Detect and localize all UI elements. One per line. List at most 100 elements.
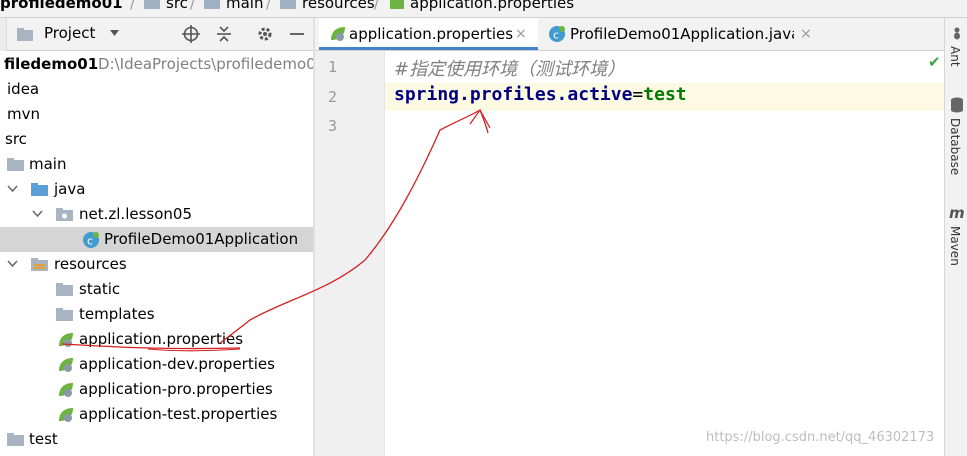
spring-boot-class-icon: c bbox=[549, 26, 565, 42]
chevron-down-icon[interactable] bbox=[7, 185, 18, 193]
breadcrumb-separator: / bbox=[130, 0, 136, 12]
source-folder-icon bbox=[31, 183, 48, 196]
tree-item-app-class[interactable]: c ProfileDemo01Application bbox=[0, 227, 313, 252]
breadcrumb-project[interactable]: profiledemo01 bbox=[0, 0, 123, 12]
tree-item-label: application-pro.properties bbox=[79, 380, 273, 398]
tree-item-src[interactable]: src bbox=[0, 127, 313, 152]
folder-icon bbox=[56, 283, 73, 296]
tree-item-application-properties[interactable]: application.properties bbox=[0, 327, 313, 352]
folder-icon bbox=[56, 308, 73, 321]
tree-item-label: test bbox=[29, 430, 58, 448]
tree-item-label: application-test.properties bbox=[79, 405, 278, 423]
tree-item-application-test-properties[interactable]: application-test.properties bbox=[0, 402, 313, 427]
tree-item-application-dev-properties[interactable]: application-dev.properties bbox=[0, 352, 313, 377]
breadcrumb-main[interactable]: main bbox=[204, 0, 263, 12]
tree-root-path: D:\IdeaProjects\profiledemo0 bbox=[98, 55, 313, 73]
line-number: 3 bbox=[327, 117, 337, 135]
project-folder-icon bbox=[17, 28, 33, 41]
project-panel-header: Project bbox=[7, 18, 313, 51]
database-icon bbox=[951, 97, 963, 113]
project-panel-title[interactable]: Project bbox=[44, 24, 95, 42]
spring-properties-icon bbox=[59, 358, 73, 372]
tree-item-static[interactable]: static bbox=[0, 277, 313, 302]
tree-item-label: mvn bbox=[7, 105, 40, 123]
editor-tab-bar: application.properties × c ProfileDemo01… bbox=[315, 18, 944, 51]
folder-icon bbox=[7, 433, 24, 446]
tree-item-label: application.properties bbox=[79, 330, 244, 348]
breadcrumb-src[interactable]: src bbox=[144, 0, 188, 12]
breadcrumb-separator: / bbox=[266, 0, 272, 12]
tab-label: ProfileDemo01Application.java bbox=[570, 25, 794, 43]
tree-item-label: templates bbox=[79, 305, 155, 323]
resources-folder-icon bbox=[31, 258, 48, 271]
spring-properties-icon bbox=[331, 27, 345, 41]
property-equals: = bbox=[632, 84, 644, 105]
inspection-ok-icon[interactable]: ✔ bbox=[928, 53, 941, 71]
line-number: 1 bbox=[327, 58, 337, 76]
ant-tool-button[interactable]: Ant bbox=[948, 46, 962, 67]
spring-properties-icon bbox=[59, 408, 73, 422]
spring-boot-class-icon: c bbox=[83, 232, 99, 248]
code-line-2[interactable]: spring.profiles.active=test bbox=[394, 84, 687, 105]
breadcrumb-file[interactable]: application.properties bbox=[390, 0, 574, 12]
tree-item-resources[interactable]: resources bbox=[0, 252, 313, 277]
line-number-gutter: 1 2 3 bbox=[315, 51, 385, 456]
property-key: spring.profiles.active bbox=[394, 84, 633, 105]
chevron-down-icon[interactable] bbox=[7, 260, 18, 268]
ant-icon bbox=[954, 27, 960, 40]
tree-item-java[interactable]: java bbox=[0, 177, 313, 202]
gear-icon[interactable] bbox=[256, 25, 274, 43]
chevron-down-icon[interactable] bbox=[110, 30, 119, 36]
tree-item-main[interactable]: main bbox=[0, 152, 313, 177]
breadcrumb-separator: / bbox=[190, 0, 196, 12]
tree-item-label: static bbox=[79, 280, 121, 298]
tree-item-label: src bbox=[5, 130, 27, 148]
tree-item-label: idea bbox=[7, 80, 40, 98]
breadcrumb-separator: / bbox=[374, 0, 380, 12]
close-icon[interactable]: × bbox=[515, 18, 527, 50]
collapse-all-icon[interactable] bbox=[215, 25, 233, 43]
tree-item-label: java bbox=[54, 180, 86, 198]
tree-item-test[interactable]: test bbox=[0, 427, 313, 452]
spring-properties-icon bbox=[59, 383, 73, 397]
tree-item-label: application-dev.properties bbox=[79, 355, 275, 373]
spring-file-icon bbox=[390, 0, 404, 9]
maven-icon: m bbox=[949, 204, 965, 222]
tree-item-root[interactable]: filedemo01 D:\IdeaProjects\profiledemo0 bbox=[0, 52, 313, 77]
tab-profiledemo01-application-java[interactable]: c ProfileDemo01Application.java × bbox=[542, 18, 812, 50]
property-value: test bbox=[643, 84, 687, 105]
folder-icon bbox=[144, 0, 160, 9]
minimize-icon[interactable] bbox=[288, 25, 306, 43]
close-icon[interactable]: × bbox=[800, 18, 812, 50]
tree-item-package[interactable]: net.zl.lesson05 bbox=[0, 202, 313, 227]
svg-text:c: c bbox=[87, 235, 93, 248]
spring-properties-icon bbox=[59, 333, 73, 347]
tree-item-label: main bbox=[29, 155, 67, 173]
tree-item-label: net.zl.lesson05 bbox=[79, 205, 192, 223]
code-line-1[interactable]: #指定使用环境（测试环境） bbox=[394, 55, 625, 81]
folder-icon bbox=[7, 158, 24, 171]
resources-folder-icon bbox=[280, 0, 296, 9]
project-tree: filedemo01 D:\IdeaProjects\profiledemo0 … bbox=[0, 51, 313, 456]
tab-label: application.properties bbox=[349, 25, 514, 43]
tree-item-templates[interactable]: templates bbox=[0, 302, 313, 327]
tab-application-properties[interactable]: application.properties × bbox=[319, 18, 538, 50]
tree-item-mvn[interactable]: mvn bbox=[0, 102, 313, 127]
code-comment: #指定使用环境（测试环境） bbox=[394, 59, 626, 80]
watermark-text: https://blog.csdn.net/qq_46302173 bbox=[706, 430, 935, 445]
database-tool-button[interactable]: Database bbox=[948, 118, 962, 175]
breadcrumb-resources[interactable]: resources bbox=[280, 0, 375, 12]
line-number: 2 bbox=[327, 88, 337, 106]
breadcrumb: profiledemo01 / src / main / resources /… bbox=[0, 0, 967, 18]
code-editor[interactable] bbox=[385, 51, 944, 456]
tree-item-application-pro-properties[interactable]: application-pro.properties bbox=[0, 377, 313, 402]
folder-icon bbox=[204, 0, 220, 9]
tree-item-label: ProfileDemo01Application bbox=[104, 230, 299, 248]
chevron-down-icon[interactable] bbox=[32, 210, 43, 218]
package-icon bbox=[56, 208, 73, 221]
maven-tool-button[interactable]: Maven bbox=[948, 226, 962, 266]
tree-item-idea[interactable]: idea bbox=[0, 77, 313, 102]
right-tool-strip: Ant Database m Maven bbox=[944, 18, 967, 456]
locate-icon[interactable] bbox=[182, 25, 200, 43]
tree-root-name: filedemo01 bbox=[4, 55, 99, 73]
